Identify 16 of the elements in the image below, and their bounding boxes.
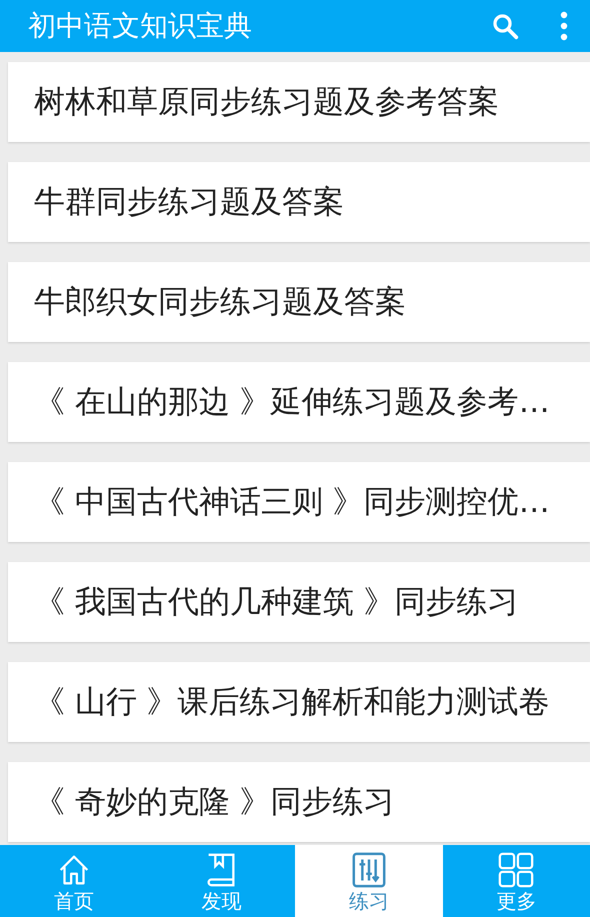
list-item[interactable]: 牛群同步练习题及答案 bbox=[8, 162, 590, 242]
nav-label: 更多 bbox=[496, 889, 536, 913]
list-item[interactable]: 《 在山的那边 》延伸练习题及参考… bbox=[8, 362, 590, 442]
list-item[interactable]: 《 中国古代神话三则 》同步测控优… bbox=[8, 462, 590, 542]
nav-label: 练习 bbox=[348, 889, 389, 913]
list-item[interactable]: 《 我国古代的几种建筑 》同步练习 bbox=[8, 562, 590, 642]
nav-tab[interactable]: 练习 bbox=[295, 845, 442, 917]
app-title: 初中语文知识宝典 bbox=[28, 8, 253, 44]
grid-icon bbox=[496, 851, 536, 889]
nav-label: 首页 bbox=[54, 889, 94, 913]
list-item[interactable]: 树林和草原同步练习题及参考答案 bbox=[8, 62, 590, 142]
list-item[interactable]: 牛郎织女同步练习题及答案 bbox=[8, 262, 590, 342]
list-item[interactable]: 《 奇妙的克隆 》同步练习 bbox=[8, 762, 590, 842]
more-icon[interactable] bbox=[560, 11, 568, 41]
nav-label: 发现 bbox=[201, 889, 242, 913]
list-item[interactable]: 《 山行 》课后练习解析和能力测试卷 bbox=[8, 662, 590, 742]
